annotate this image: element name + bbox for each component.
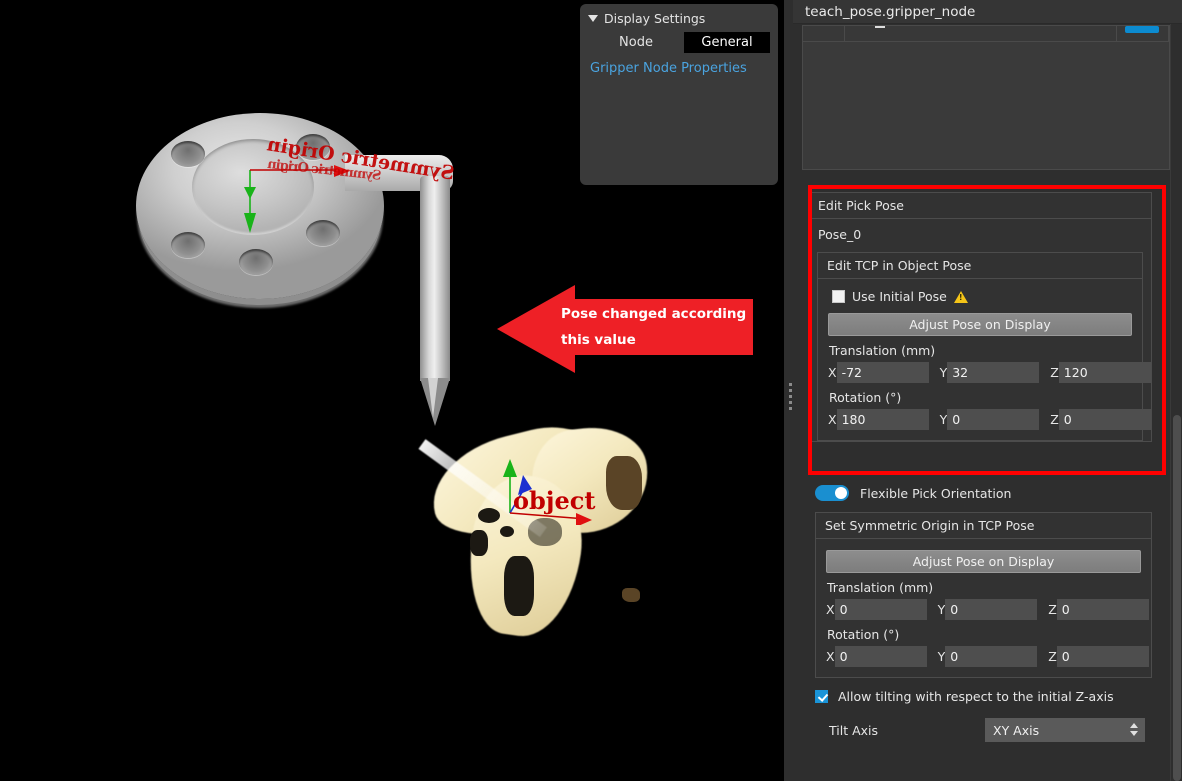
spinner-arrows-icon[interactable] (1130, 723, 1138, 736)
tilt-axis-row: Tilt Axis XY Axis (815, 718, 1152, 742)
translation-y-input-symmetric[interactable] (945, 599, 1038, 620)
gripper-node-properties-link[interactable]: Gripper Node Properties (580, 53, 778, 76)
tilt-axis-label: Tilt Axis (829, 722, 879, 738)
translation-label-symmetric: Translation (mm) (827, 580, 934, 595)
rotation-fields-symmetric: X Y Z (826, 646, 1149, 667)
axis-label-y: Y (939, 412, 948, 427)
axis-label-x: X (826, 649, 835, 664)
flexible-pick-orientation-section: Flexible Pick Orientation Set Symmetric … (815, 485, 1152, 742)
rotation-z-input-tcp[interactable] (1058, 409, 1151, 430)
properties-panel: teach_pose.gripper_node Edit Pick Pose P… (793, 0, 1182, 781)
set-symmetric-origin-title: Set Symmetric Origin in TCP Pose (816, 513, 1151, 539)
table-cell-name (845, 26, 1117, 41)
table-cell-action[interactable] (1117, 26, 1169, 41)
axis-label-y: Y (939, 365, 948, 380)
3d-viewport[interactable]: Symmetric Origin Symmetric Origin object (0, 0, 784, 781)
rotation-fields-tcp: X Y Z (828, 409, 1151, 430)
rotation-label-tcp: Rotation (°) (829, 390, 902, 405)
edit-pick-pose-box: Edit Pick Pose Pose_0 Edit TCP in Object… (808, 192, 1152, 442)
axis-label-z: Z (1050, 412, 1059, 427)
object-axis-gizmo (503, 459, 592, 525)
flange-bolt-hole (239, 249, 273, 275)
flexible-pick-orientation-label: Flexible Pick Orientation (860, 485, 1012, 501)
warning-triangle-icon (953, 290, 968, 303)
edit-tcp-group-title: Edit TCP in Object Pose (818, 253, 1142, 279)
table-cell-text-clip (875, 26, 885, 28)
flexible-pick-toggle-row[interactable]: Flexible Pick Orientation (815, 485, 1152, 501)
flexible-pick-orientation-toggle[interactable] (815, 485, 849, 501)
set-symmetric-origin-box: Set Symmetric Origin in TCP Pose Adjust … (815, 512, 1152, 678)
tcp-axis-gizmo (244, 165, 350, 233)
display-settings-title: Display Settings (604, 11, 706, 26)
adjust-pose-on-display-button-tcp[interactable]: Adjust Pose on Display (828, 313, 1132, 336)
translation-fields-tcp: X Y Z (828, 362, 1151, 383)
axis-label-y: Y (937, 649, 946, 664)
use-initial-pose-checkbox[interactable] (832, 290, 845, 303)
translation-z-input-tcp[interactable] (1058, 362, 1151, 383)
rotation-y-input-tcp[interactable] (947, 409, 1040, 430)
pose-name: Pose_0 (818, 227, 862, 242)
table-cell-index (803, 26, 845, 41)
use-initial-pose-label: Use Initial Pose (852, 289, 947, 304)
annotation-line-1: Pose changed according (561, 306, 747, 322)
axis-label-x: X (828, 412, 837, 427)
allow-tilting-checkbox[interactable] (815, 690, 828, 703)
adjust-pose-on-display-button-symmetric[interactable]: Adjust Pose on Display (826, 550, 1141, 573)
tilt-axis-dropdown[interactable]: XY Axis (985, 718, 1145, 742)
flange-bolt-hole (296, 134, 330, 160)
axis-label-y: Y (937, 602, 946, 617)
display-settings-panel[interactable]: Display Settings Node General Gripper No… (580, 4, 778, 185)
tilt-axis-value: XY Axis (993, 722, 1040, 738)
node-value-general[interactable]: General (684, 32, 770, 53)
node-label: Node (619, 35, 653, 50)
axis-label-x: X (826, 602, 835, 617)
flange-bolt-hole (171, 232, 205, 258)
panel-scrollbar-track[interactable] (1170, 24, 1182, 781)
display-settings-node-row: Node General (580, 30, 778, 53)
panel-title: teach_pose.gripper_node (805, 4, 976, 20)
translation-x-input-symmetric[interactable] (834, 599, 927, 620)
allow-tilting-row[interactable]: Allow tilting with respect to the initia… (815, 689, 1152, 704)
translation-x-input-tcp[interactable] (836, 362, 929, 383)
translation-y-input-tcp[interactable] (947, 362, 1040, 383)
rotation-y-input-symmetric[interactable] (945, 646, 1038, 667)
annotation-arrow: Pose changed according this value (497, 285, 753, 373)
flange-bolt-hole (171, 141, 205, 167)
table-body[interactable] (803, 42, 1169, 169)
chevron-down-icon[interactable] (588, 15, 598, 22)
display-settings-header[interactable]: Display Settings (580, 4, 778, 30)
edit-tcp-in-object-pose-box: Edit TCP in Object Pose Use Initial Pose… (817, 252, 1151, 441)
table-row[interactable] (803, 26, 1169, 42)
selected-row-indicator (1125, 26, 1159, 33)
annotation-line-2: this value (561, 332, 636, 348)
translation-z-input-symmetric[interactable] (1056, 599, 1149, 620)
edit-pick-pose-header: Edit Pick Pose (809, 193, 1151, 219)
translation-label-tcp: Translation (mm) (829, 343, 936, 358)
app-window: Symmetric Origin Symmetric Origin object (0, 0, 1182, 781)
axis-label-z: Z (1048, 649, 1057, 664)
rotation-z-input-symmetric[interactable] (1056, 646, 1149, 667)
rotation-label-symmetric: Rotation (°) (827, 627, 900, 642)
axis-label-z: Z (1050, 365, 1059, 380)
panel-scrollbar-thumb[interactable] (1173, 415, 1181, 781)
pose-list-table[interactable] (802, 25, 1170, 170)
use-initial-pose-row[interactable]: Use Initial Pose (832, 289, 1132, 304)
axis-label-z: Z (1048, 602, 1057, 617)
edit-pick-pose-group: Edit Pick Pose Pose_0 Edit TCP in Object… (808, 192, 1152, 442)
translation-fields-symmetric: X Y Z (826, 599, 1149, 620)
allow-tilting-label: Allow tilting with respect to the initia… (838, 689, 1114, 704)
axis-label-x: X (828, 365, 837, 380)
rotation-x-input-tcp[interactable] (836, 409, 929, 430)
gripper-shaft-model (420, 176, 450, 381)
rotation-x-input-symmetric[interactable] (834, 646, 927, 667)
